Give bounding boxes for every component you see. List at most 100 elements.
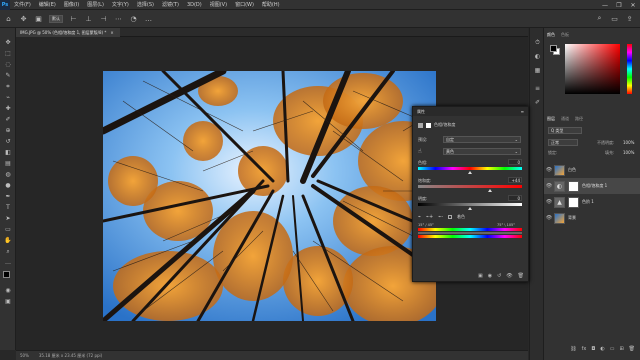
link-layers-icon[interactable]: ⛓ xyxy=(570,346,576,352)
visibility-eye-icon[interactable]: 👁 xyxy=(544,167,554,173)
layer-row[interactable]: 👁 白色 xyxy=(544,162,640,178)
layer-filter-dropdown[interactable]: Q 类型 xyxy=(548,127,582,134)
align-left-icon[interactable]: ⊢ xyxy=(69,14,78,23)
menu-file[interactable]: 文件(F) xyxy=(10,1,35,8)
workspace-icon[interactable]: ▭ xyxy=(610,14,619,23)
layer-row-selected[interactable]: 👁 ◐ 色相/饱和度 1 xyxy=(544,178,640,194)
align-dropdown[interactable]: 默认 xyxy=(49,14,63,23)
align-center-icon[interactable]: ⊥ xyxy=(84,14,93,23)
mask-mode-icon[interactable] xyxy=(426,122,431,128)
menu-layer[interactable]: 图层(L) xyxy=(83,1,108,8)
eyedropper-plus-icon[interactable]: ⌁+ xyxy=(426,214,433,220)
3d-mode-icon[interactable]: ◔ xyxy=(129,14,138,23)
fill-value[interactable]: 100% xyxy=(623,150,634,155)
layer-row[interactable]: 👁 ▲ 色阶 1 xyxy=(544,194,640,210)
add-mask-icon[interactable]: ◘ xyxy=(591,346,595,352)
color-range-slider[interactable] xyxy=(418,232,522,234)
adjustments-panel-icon[interactable]: ◐ xyxy=(533,52,542,61)
lasso-icon[interactable]: ◌ xyxy=(3,60,13,69)
menu-window[interactable]: 窗口(W) xyxy=(231,1,258,8)
clip-to-layer-icon[interactable]: ▣ xyxy=(478,273,483,279)
lightness-slider-knob[interactable] xyxy=(468,207,472,210)
hand-icon[interactable]: ✋ xyxy=(3,236,13,245)
more-options-icon[interactable]: … xyxy=(144,14,153,23)
brush-settings-icon[interactable]: ✐ xyxy=(533,98,542,107)
layer-row[interactable]: 👁 背景 xyxy=(544,210,640,226)
quick-mask-icon[interactable]: ◉ xyxy=(3,286,13,295)
tab-paths[interactable]: 路径 xyxy=(572,114,586,123)
menu-image[interactable]: 图像(I) xyxy=(60,1,83,8)
tab-color[interactable]: 颜色 xyxy=(544,30,558,39)
view-previous-icon[interactable]: ◉ xyxy=(488,273,492,279)
channel-dropdown[interactable]: 黄色 ⌄ xyxy=(443,148,521,155)
dodge-icon[interactable]: ● xyxy=(3,181,13,190)
menu-help[interactable]: 帮助(H) xyxy=(258,1,284,8)
properties-header[interactable]: 属性 ≡ xyxy=(413,107,528,116)
foreground-color-swatch[interactable] xyxy=(3,271,10,278)
brush-icon[interactable]: ✐ xyxy=(3,115,13,124)
gradient-icon[interactable]: ▤ xyxy=(3,159,13,168)
eyedropper-minus-icon[interactable]: ⌁- xyxy=(438,214,443,220)
marquee-icon[interactable]: ⬚ xyxy=(3,49,13,58)
menu-type[interactable]: 文字(Y) xyxy=(108,1,133,8)
panel-foreground-swatch[interactable] xyxy=(550,45,557,52)
zoom-icon[interactable]: ⌕ xyxy=(3,247,13,256)
shape-icon[interactable]: ▭ xyxy=(3,225,13,234)
search-icon[interactable]: ⌕ xyxy=(595,14,604,23)
menu-filter[interactable]: 滤镜(T) xyxy=(158,1,183,8)
move-tool-icon[interactable]: ✥ xyxy=(19,14,28,23)
delete-layer-icon[interactable]: 🗑 xyxy=(629,346,635,352)
document-tab[interactable]: IMG.JPG @ 50% (色相/饱和度 1, 图层蒙版/8) * × xyxy=(16,28,120,37)
history-brush-icon[interactable]: ↺ xyxy=(3,137,13,146)
hue-slider-track[interactable] xyxy=(418,167,522,170)
canvas-image[interactable] xyxy=(103,71,436,321)
hue-slider[interactable] xyxy=(627,44,632,94)
more-tools-icon[interactable]: … xyxy=(3,258,13,267)
lightness-slider-track[interactable] xyxy=(418,203,522,206)
distribute-icon[interactable]: ⋯ xyxy=(114,14,123,23)
screen-mode-icon[interactable]: ▣ xyxy=(3,297,13,306)
libraries-panel-icon[interactable]: ▦ xyxy=(533,66,542,75)
eyedropper-icon[interactable]: ⌁ xyxy=(3,93,13,102)
visibility-eye-icon[interactable]: 👁 xyxy=(544,215,554,221)
crop-icon[interactable]: ⌗ xyxy=(3,82,13,91)
pen-icon[interactable]: ✒ xyxy=(3,192,13,201)
new-layer-icon[interactable]: ⊞ xyxy=(619,346,623,352)
color-picker-field[interactable] xyxy=(565,44,620,94)
add-style-icon[interactable]: fx xyxy=(582,346,587,352)
align-right-icon[interactable]: ⊣ xyxy=(99,14,108,23)
saturation-value[interactable]: +44 xyxy=(508,177,522,183)
healing-icon[interactable]: ✚ xyxy=(3,104,13,113)
new-adjustment-icon[interactable]: ◐ xyxy=(600,346,604,352)
eyedropper-icon[interactable]: ⌁ xyxy=(418,214,421,220)
saturation-slider-track[interactable] xyxy=(418,185,522,188)
properties-panel-icon[interactable]: ≡ xyxy=(533,84,542,93)
saturation-slider-knob[interactable] xyxy=(488,189,492,192)
tab-layers[interactable]: 图层 xyxy=(544,114,558,123)
hue-slider-knob[interactable] xyxy=(468,171,472,174)
history-panel-icon[interactable]: ⏱ xyxy=(533,38,542,47)
colorize-checkbox[interactable] xyxy=(448,215,453,219)
visibility-eye-icon[interactable]: 👁 xyxy=(544,199,554,205)
maximize-button[interactable]: ❐ xyxy=(612,0,626,10)
quick-select-icon[interactable]: ✎ xyxy=(3,71,13,80)
hue-value[interactable]: 0 xyxy=(508,159,522,165)
share-icon[interactable]: ⇪ xyxy=(625,14,634,23)
menu-select[interactable]: 选择(S) xyxy=(133,1,158,8)
path-select-icon[interactable]: ➤ xyxy=(3,214,13,223)
layer-mask-thumbnail[interactable] xyxy=(568,196,579,208)
zoom-level[interactable]: 50% xyxy=(20,353,29,358)
reset-icon[interactable]: ↺ xyxy=(497,273,501,279)
close-tab-icon[interactable]: × xyxy=(110,30,113,35)
type-icon[interactable]: T xyxy=(3,203,13,212)
auto-select-icon[interactable]: ▣ xyxy=(34,14,43,23)
delete-adjustment-icon[interactable]: 🗑 xyxy=(518,273,524,279)
new-group-icon[interactable]: ▭ xyxy=(610,346,615,352)
layer-mask-thumbnail[interactable] xyxy=(568,180,579,192)
menu-3d[interactable]: 3D(D) xyxy=(183,2,206,8)
eraser-icon[interactable]: ◧ xyxy=(3,148,13,157)
toggle-visibility-icon[interactable]: 👁 xyxy=(506,273,512,279)
close-window-button[interactable]: ✕ xyxy=(626,0,640,10)
menu-view[interactable]: 视图(V) xyxy=(206,1,231,8)
blend-mode-dropdown[interactable]: 正常 xyxy=(548,139,578,146)
